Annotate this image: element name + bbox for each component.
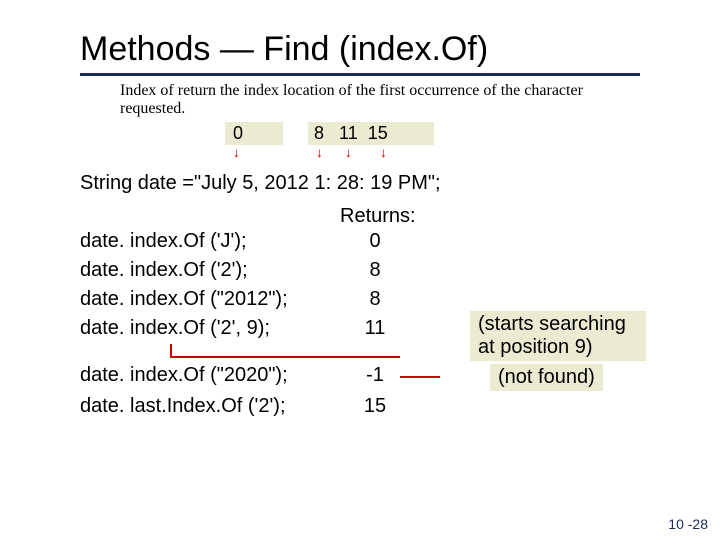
arrow-icon: ↓ (380, 144, 387, 160)
callout-line-icon (170, 356, 400, 358)
index-8: 8 (314, 123, 324, 143)
callout-line-icon (400, 376, 440, 378)
method-call: date. index.Of ('2', 9); (80, 317, 340, 340)
method-call: date. index.Of ('J'); (80, 230, 340, 253)
table-row: date. last.Index.Of ('2'); 15 (80, 395, 660, 418)
table-row: date. index.Of ('J'); 0 (80, 230, 660, 253)
table-row: date. index.Of ('2'); 8 (80, 259, 660, 282)
method-call: date. last.Index.Of ('2'); (80, 395, 340, 418)
slide-number: 10 -28 (668, 516, 708, 532)
note-notfound: (not found) (490, 364, 603, 391)
return-value: 15 (340, 395, 410, 418)
arrow-icon: ↓ (233, 144, 240, 160)
table-row: date. index.Of ("2012"); 8 (80, 288, 660, 311)
method-call: date. index.Of ('2'); (80, 259, 340, 282)
method-call: date. index.Of ("2012"); (80, 288, 340, 311)
index-group: 8 11 15 (308, 122, 434, 145)
slide-title: Methods — Find (index.Of) (80, 30, 640, 76)
returns-header: Returns: (340, 205, 660, 228)
description-text: Index of return the index location of th… (120, 82, 640, 118)
return-value: 11 (340, 317, 410, 340)
callout-line-icon (170, 344, 172, 356)
arrow-icon: ↓ (345, 144, 352, 160)
return-value: 8 (340, 288, 410, 311)
index-11: 11 (339, 123, 358, 143)
table-row: date. index.Of ("2020"); -1 (not found) (80, 364, 660, 387)
index-15: 15 (368, 123, 388, 143)
arrow-icon: ↓ (316, 144, 323, 160)
table-row: date. index.Of ('2', 9); 11 (starts sear… (80, 317, 660, 340)
index-markers: 0 8 11 15 ↓ ↓ ↓ ↓ (120, 122, 660, 172)
code-example: String date ="July 5, 2012 1: 28: 19 PM"… (80, 172, 660, 195)
return-value: 0 (340, 230, 410, 253)
index-0: 0 (225, 122, 283, 145)
results-table: Returns: date. index.Of ('J'); 0 date. i… (80, 205, 660, 418)
method-call: date. index.Of ("2020"); (80, 364, 340, 387)
return-value: 8 (340, 259, 410, 282)
